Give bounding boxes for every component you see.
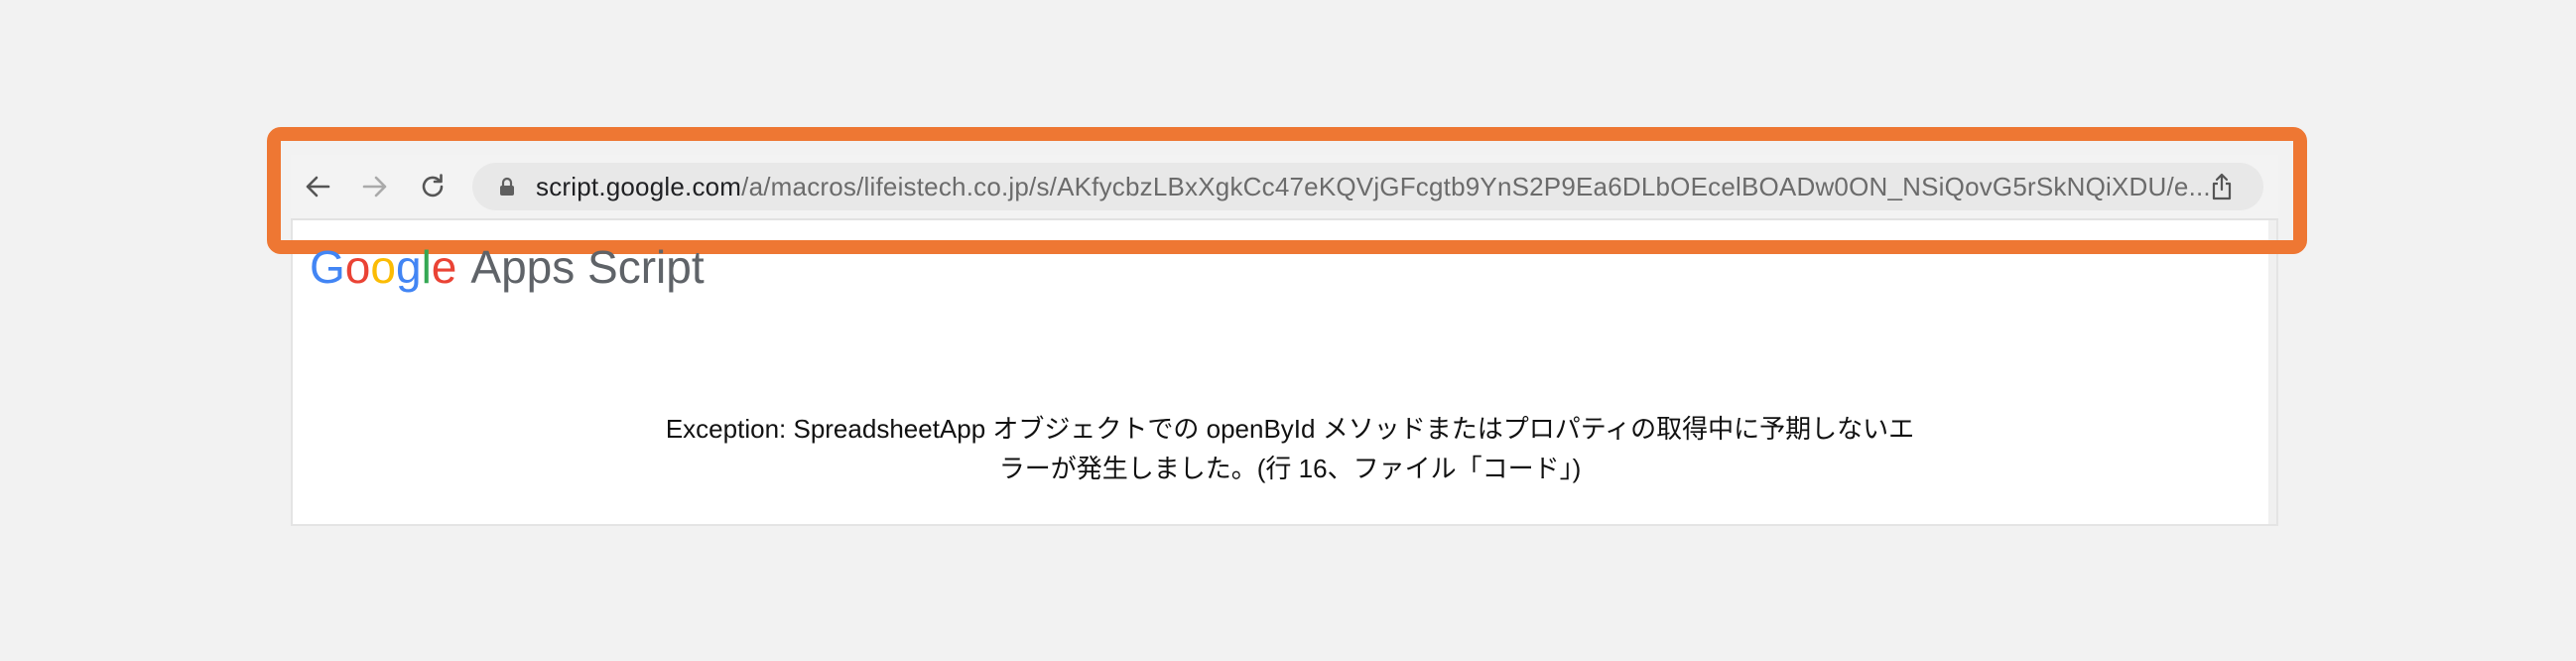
error-message-line-2: ラーが発生しました。(行 16、ファイル「コード」) <box>998 454 1582 483</box>
stage: script.google.com/a/macros/lifeistech.co… <box>0 0 2576 661</box>
google-apps-script-logo: Google Apps Script <box>310 242 705 292</box>
error-message-line-1: Exception: SpreadsheetApp オブジェクトでの openB… <box>665 414 1915 444</box>
product-name: Apps Script <box>470 241 705 293</box>
error-message: Exception: SpreadsheetApp オブジェクトでの openB… <box>556 409 2024 488</box>
highlight-annotation <box>267 127 2307 254</box>
google-wordmark: Google <box>310 241 457 293</box>
